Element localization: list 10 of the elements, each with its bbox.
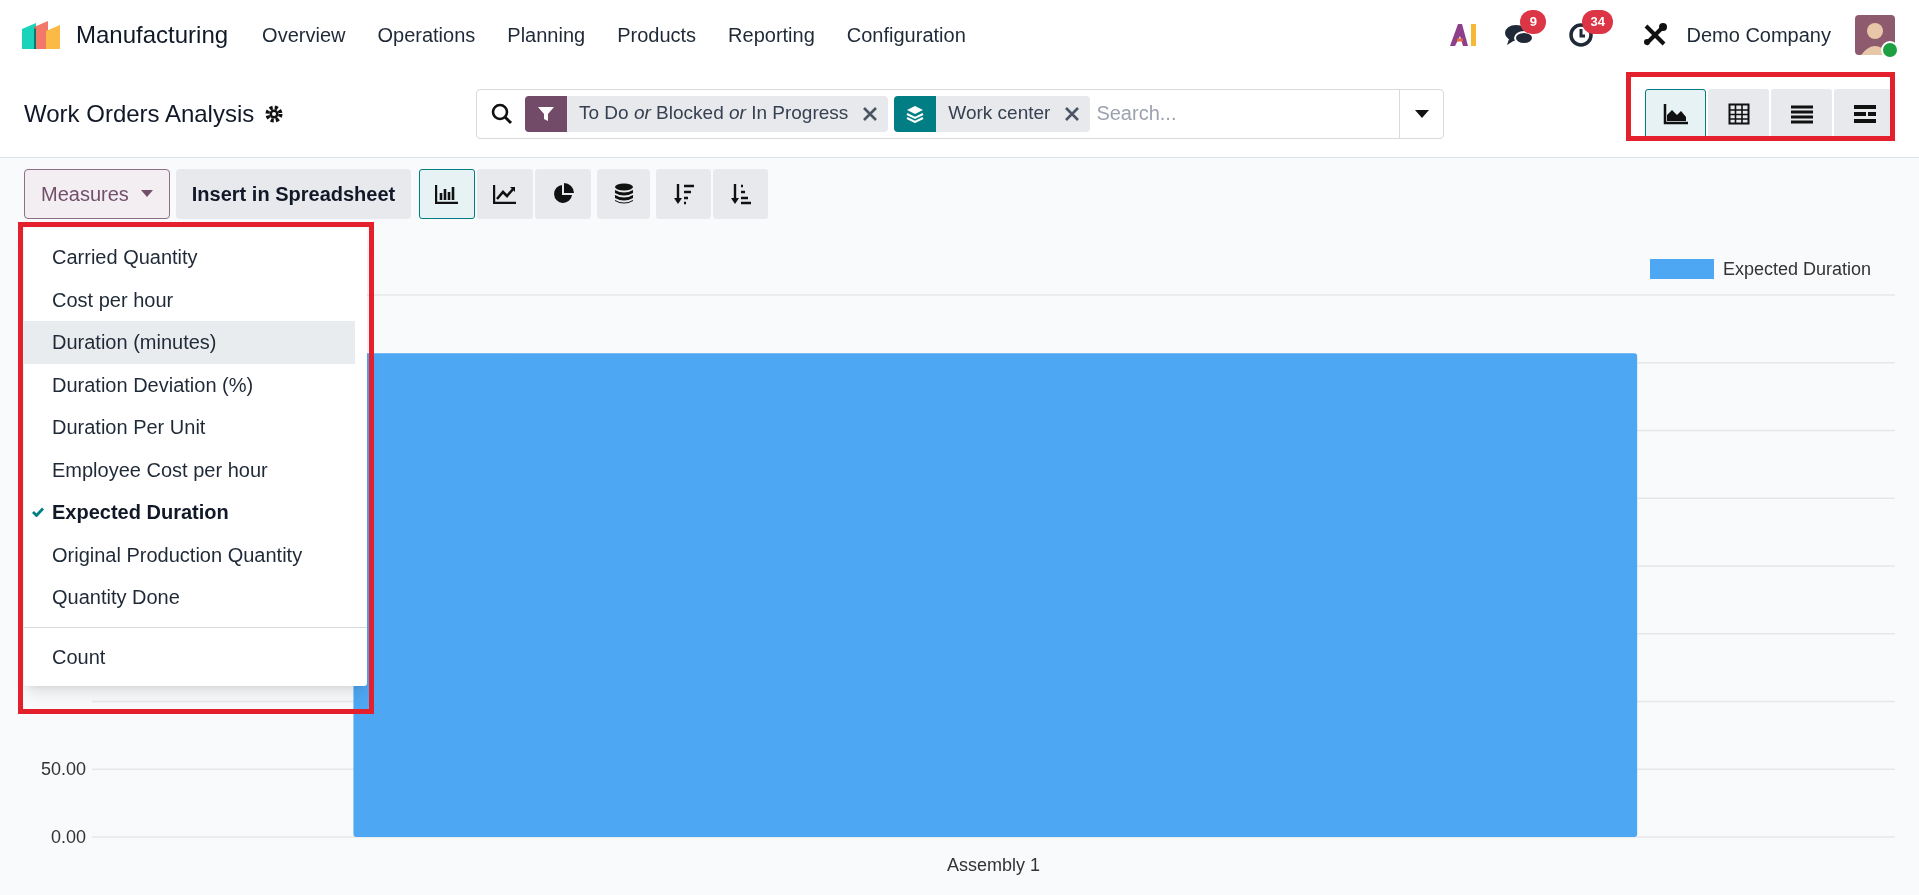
x-axis-label: Assembly 1 — [947, 855, 1040, 875]
page-title: Work Orders Analysis — [24, 98, 255, 129]
y-axis-label: 0.00 — [50, 827, 86, 847]
facet-label: To Do or Blocked or In Progress — [578, 101, 850, 126]
legend-label: Expected Duration — [1723, 259, 1872, 279]
facet-label: Work center — [947, 101, 1052, 126]
app-name: Manufacturing — [76, 20, 229, 50]
y-axis-label: 50.00 — [40, 759, 86, 780]
activity-count: 34 — [1582, 10, 1613, 34]
message-count: 9 — [1520, 10, 1547, 34]
